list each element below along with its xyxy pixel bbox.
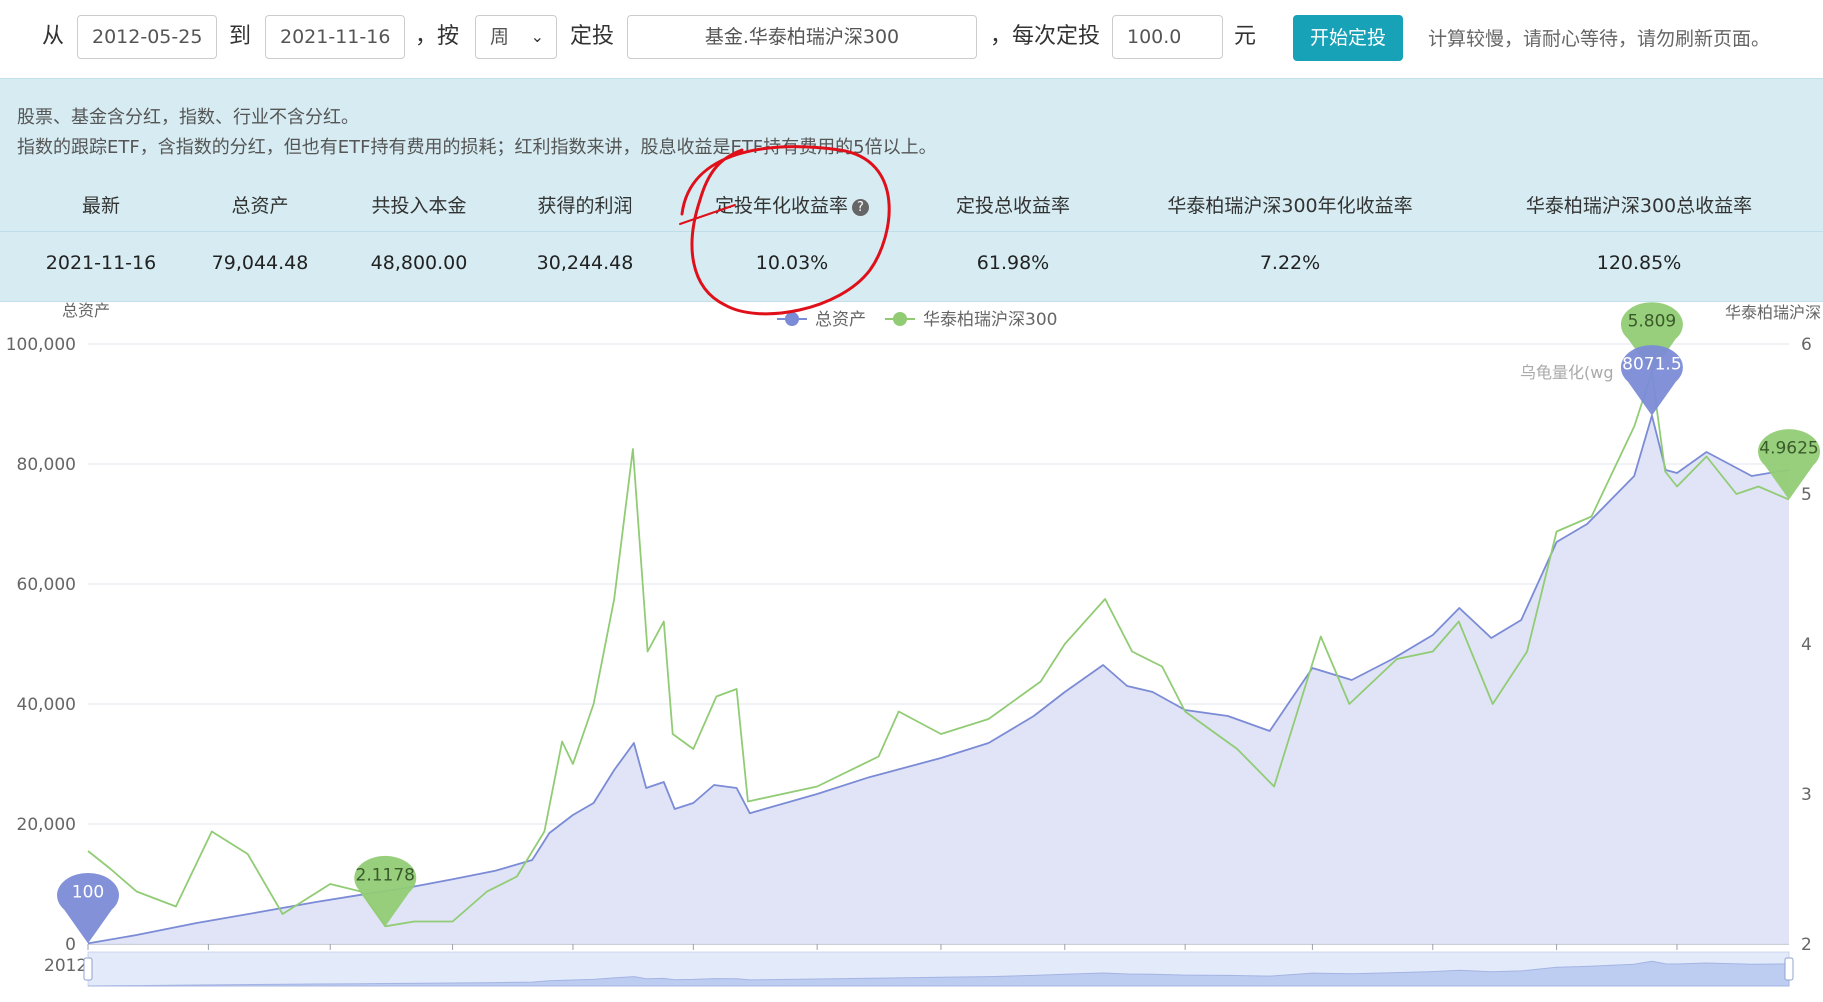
legend-label[interactable]: 华泰柏瑞沪深300 [923,310,1057,330]
left-tick-label: 40,000 [17,695,76,715]
investment-chart[interactable]: 总资产 华泰柏瑞沪深 乌龟量化(wg 0 20,000 40,000 60,000 80… [0,0,1823,1002]
area-fills [88,415,1789,945]
legend-dot[interactable] [893,312,907,326]
marker-label: 4.9625 [1759,439,1818,459]
right-tick-label: 4 [1801,635,1812,655]
legend-dot[interactable] [785,312,799,326]
zoom-handle[interactable] [1784,957,1794,981]
left-tick-label: 100,000 [6,335,76,355]
marker-pin: 88071.58 [1611,345,1692,416]
watermark: 乌龟量化(wg [1520,363,1614,382]
left-axis-title: 总资产 [62,301,110,320]
marker-label: 2.1178 [356,865,415,885]
series-area [88,415,1789,945]
left-tick-label: 20,000 [17,815,76,835]
left-tick-label: 60,000 [17,575,76,595]
left-tick-label: 0 [65,935,76,955]
marker-pin: 100 [56,872,120,944]
marker-label: 100 [72,882,104,902]
datazoom-slider[interactable] [83,951,1794,987]
legend[interactable]: 总资产 华泰柏瑞沪深300 [777,310,1057,330]
right-tick-label: 3 [1801,785,1812,805]
right-tick-label: 6 [1801,335,1812,355]
legend-label[interactable]: 总资产 [815,310,866,330]
zoom-handle[interactable] [83,957,93,981]
marker-label: 5.809 [1628,312,1677,332]
zoom-selection[interactable] [88,952,1789,986]
right-tick-label: 2 [1801,935,1812,955]
marker-label: 88071.58 [1611,355,1692,375]
right-axis-title: 华泰柏瑞沪深 [1725,303,1821,322]
left-tick-label: 80,000 [17,455,76,475]
right-tick-label: 5 [1801,485,1812,505]
